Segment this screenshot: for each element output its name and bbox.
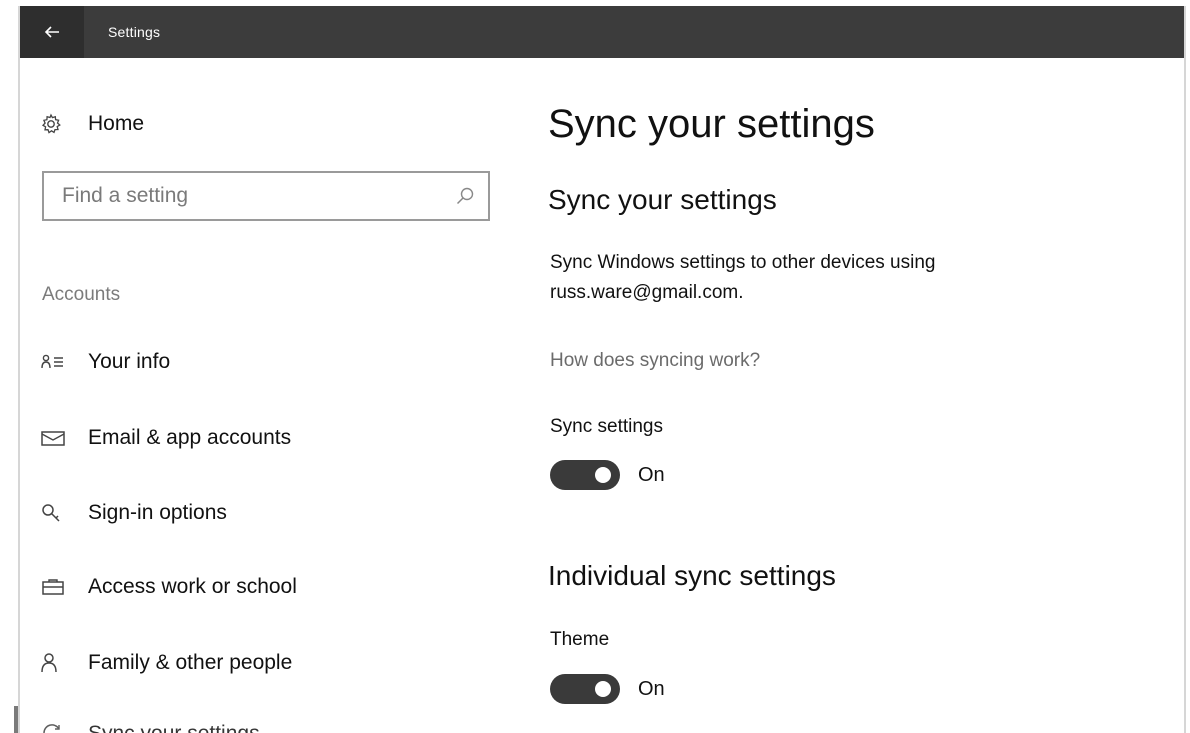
sync-settings-label: Sync settings (550, 416, 663, 437)
settings-window: Settings Home Accounts (18, 6, 1186, 733)
nav-item-label: Family & other people (88, 651, 293, 674)
search-input[interactable] (62, 184, 442, 208)
toggle-knob (595, 681, 611, 697)
search-icon[interactable] (454, 185, 476, 207)
title-bar: Settings (20, 6, 1184, 58)
theme-toggle[interactable] (550, 674, 620, 704)
sync-icon (40, 722, 68, 733)
person-icon (40, 651, 68, 675)
toggle-knob (595, 467, 611, 483)
theme-state: On (638, 677, 665, 700)
window-edge (14, 706, 18, 733)
nav-item-sync-your-settings[interactable]: Sync your settings (40, 714, 280, 733)
gear-icon (40, 112, 68, 136)
sync-description: Sync Windows settings to other devices u… (550, 252, 936, 303)
nav-item-sign-in-options[interactable]: Sign-in options (40, 493, 247, 533)
back-arrow-icon (44, 26, 59, 38)
nav-item-label: Sign-in options (88, 501, 227, 524)
page-title: Sync your settings (548, 102, 875, 146)
nav-home[interactable]: Home (40, 106, 164, 142)
theme-toggle-row: On (550, 674, 665, 704)
nav-item-label: Access work or school (88, 575, 297, 598)
mail-icon (40, 426, 68, 450)
nav-item-label: Sync your settings (88, 722, 260, 733)
nav-item-email-app-accounts[interactable]: Email & app accounts (40, 418, 311, 458)
how-syncing-works-link[interactable]: How does syncing work? (550, 350, 760, 372)
main-content: Sync your settings Sync your settings Sy… (548, 58, 1168, 733)
briefcase-icon (40, 575, 68, 599)
nav-item-label: Email & app accounts (88, 426, 292, 449)
nav-home-label: Home (88, 112, 145, 135)
section-label-accounts: Accounts (42, 284, 121, 305)
section-heading-individual: Individual sync settings (548, 560, 836, 591)
nav-item-access-work-or-school[interactable]: Access work or school (40, 567, 317, 607)
sync-settings-toggle[interactable] (550, 460, 620, 490)
back-button[interactable] (20, 6, 84, 58)
sync-settings-state: On (638, 463, 665, 486)
sync-settings-toggle-row: On (550, 460, 665, 490)
sidebar: Home Accounts Your info (20, 58, 520, 733)
window-title: Settings (108, 24, 161, 40)
search-box[interactable] (42, 171, 490, 221)
nav-item-family-other-people[interactable]: Family & other people (40, 643, 312, 683)
section-heading-sync: Sync your settings (548, 184, 777, 215)
person-card-icon (40, 350, 68, 374)
key-icon (40, 501, 68, 525)
nav-item-label: Your info (88, 350, 171, 373)
nav-item-your-info[interactable]: Your info (40, 342, 190, 382)
theme-label: Theme (550, 629, 610, 650)
